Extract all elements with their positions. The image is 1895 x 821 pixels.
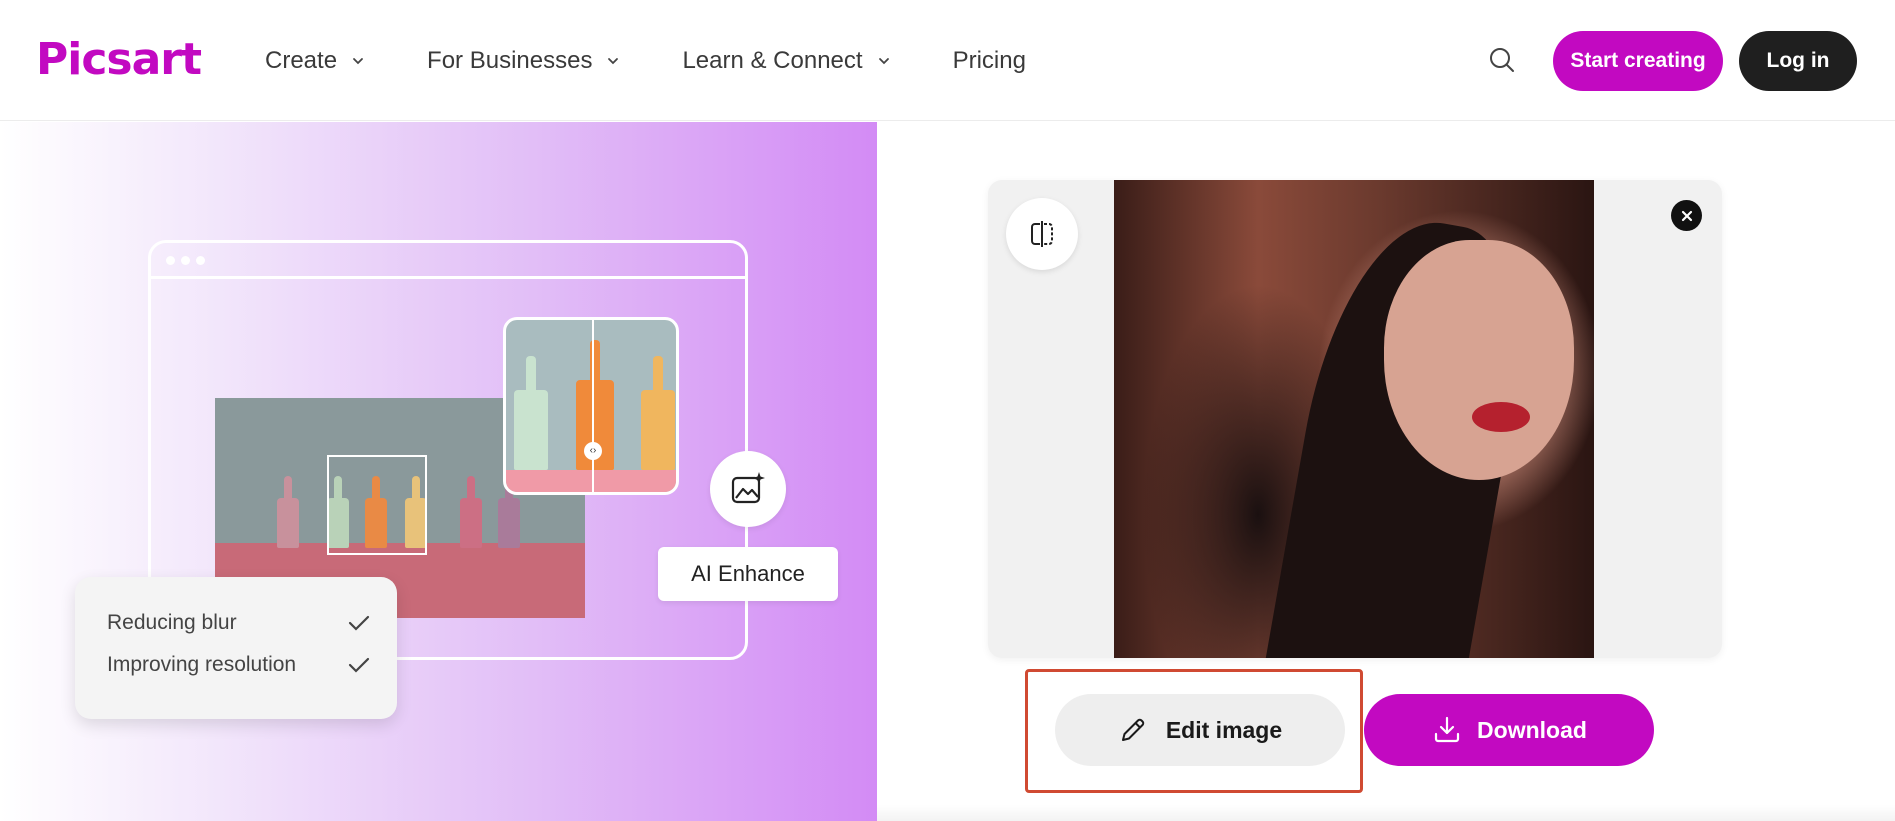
nav-create[interactable]: Create [265,47,365,75]
start-creating-button[interactable]: Start creating [1553,31,1723,91]
bottle-shape [498,476,520,548]
compare-toggle-button[interactable] [1006,198,1078,270]
nav-for-businesses-label: For Businesses [427,46,593,74]
status-reducing-blur: Reducing blur [107,611,371,635]
bottom-shade [877,805,1895,821]
ai-enhance-illustration: ‹› AI Enhance Reducing blur Improving re… [0,122,877,821]
picsart-logo[interactable]: Picsart [36,34,202,85]
nav-for-businesses[interactable]: For Businesses [427,47,620,75]
nav-pricing[interactable]: Pricing [953,47,1026,75]
status-label: Reducing blur [107,611,237,634]
zoomed-preview-card: ‹› [503,317,679,495]
browser-bar [151,243,745,279]
chevron-down-icon [353,57,363,64]
search-button[interactable] [1472,30,1532,90]
nav-pricing-label: Pricing [952,46,1026,74]
log-in-button[interactable]: Log in [1739,31,1857,91]
bottle-shape [641,356,675,470]
edit-image-label: Edit image [1165,716,1283,743]
search-icon [1490,48,1514,72]
photo-lips-shape [1472,402,1530,432]
download-label: Download [1477,716,1587,743]
window-dot [166,256,175,265]
chevron-down-icon [608,57,619,64]
download-button[interactable]: Download [1364,694,1654,766]
nav-create-label: Create [265,46,338,74]
bottle-shape [277,476,299,548]
edit-image-button[interactable]: Edit image [1055,694,1345,766]
photo-table-surface [506,470,676,492]
window-dot [196,256,205,265]
ai-enhance-icon-badge [710,451,786,527]
comparison-divider [592,320,594,492]
ai-enhance-label: AI Enhance [658,547,838,601]
pencil-icon [1121,718,1145,741]
chevron-down-icon [878,57,889,64]
close-icon [1681,210,1692,221]
status-label: Improving resolution [107,653,297,676]
enhanced-result-card [988,180,1722,658]
window-dot [181,256,190,265]
nav-learn-connect-label: Learn & Connect [682,46,863,74]
bottle-shape [460,476,482,548]
comparison-handle-icon: ‹› [584,442,602,460]
main-nav: Create For Businesses Learn & Connect Pr… [265,0,1088,121]
close-button[interactable] [1671,200,1702,231]
check-icon [348,615,370,631]
top-navbar: Picsart Create For Businesses Learn & Co… [0,0,1895,121]
processing-status-card: Reducing blur Improving resolution [75,577,397,719]
enhanced-photo [1114,180,1594,658]
download-icon [1434,716,1460,743]
nav-learn-connect[interactable]: Learn & Connect [682,47,890,75]
bottle-shape [514,356,548,470]
crop-selection-box [327,455,427,555]
check-icon [348,657,370,673]
photo-face-shape [1384,240,1574,480]
status-improving-resolution: Improving resolution [107,653,371,677]
image-sparkle-icon [731,472,765,504]
compare-split-icon [1031,221,1053,247]
